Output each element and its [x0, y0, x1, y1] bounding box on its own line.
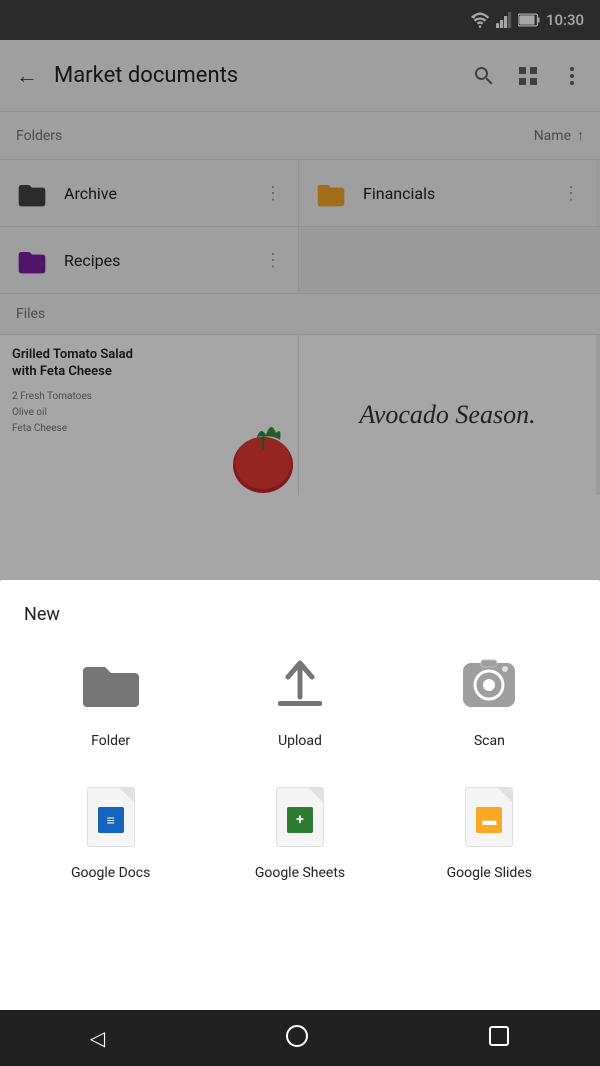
- new-upload-item[interactable]: Upload: [240, 649, 360, 749]
- new-google-slides-icon: ▬: [453, 781, 525, 853]
- sheet-title: New: [0, 604, 600, 649]
- bottom-sheet: New Folder Upload: [0, 580, 600, 1010]
- new-google-slides-item[interactable]: ▬ Google Slides: [429, 781, 549, 881]
- nav-home-button[interactable]: [285, 1024, 309, 1052]
- new-scan-icon: [453, 649, 525, 721]
- new-upload-icon: [264, 649, 336, 721]
- new-folder-label: Folder: [91, 733, 130, 749]
- sheet-items-row2: ≡ Google Docs + Google Sheets ▬ Google S…: [0, 781, 600, 881]
- sheet-items-row1: Folder Upload Sca: [0, 649, 600, 749]
- new-google-sheets-label: Google Sheets: [255, 865, 345, 881]
- new-scan-item[interactable]: Scan: [429, 649, 549, 749]
- new-google-sheets-icon: +: [264, 781, 336, 853]
- new-google-docs-label: Google Docs: [71, 865, 150, 881]
- new-scan-label: Scan: [474, 733, 505, 749]
- nav-back-button[interactable]: ◁: [90, 1026, 105, 1050]
- nav-bar: ◁: [0, 1010, 600, 1066]
- new-google-slides-label: Google Slides: [447, 865, 532, 881]
- new-google-docs-item[interactable]: ≡ Google Docs: [51, 781, 171, 881]
- overlay[interactable]: [0, 0, 600, 585]
- nav-recent-button[interactable]: [488, 1025, 510, 1051]
- new-folder-item[interactable]: Folder: [51, 649, 171, 749]
- new-google-sheets-item[interactable]: + Google Sheets: [240, 781, 360, 881]
- new-folder-icon: [75, 649, 147, 721]
- new-upload-label: Upload: [278, 733, 322, 749]
- new-google-docs-icon: ≡: [75, 781, 147, 853]
